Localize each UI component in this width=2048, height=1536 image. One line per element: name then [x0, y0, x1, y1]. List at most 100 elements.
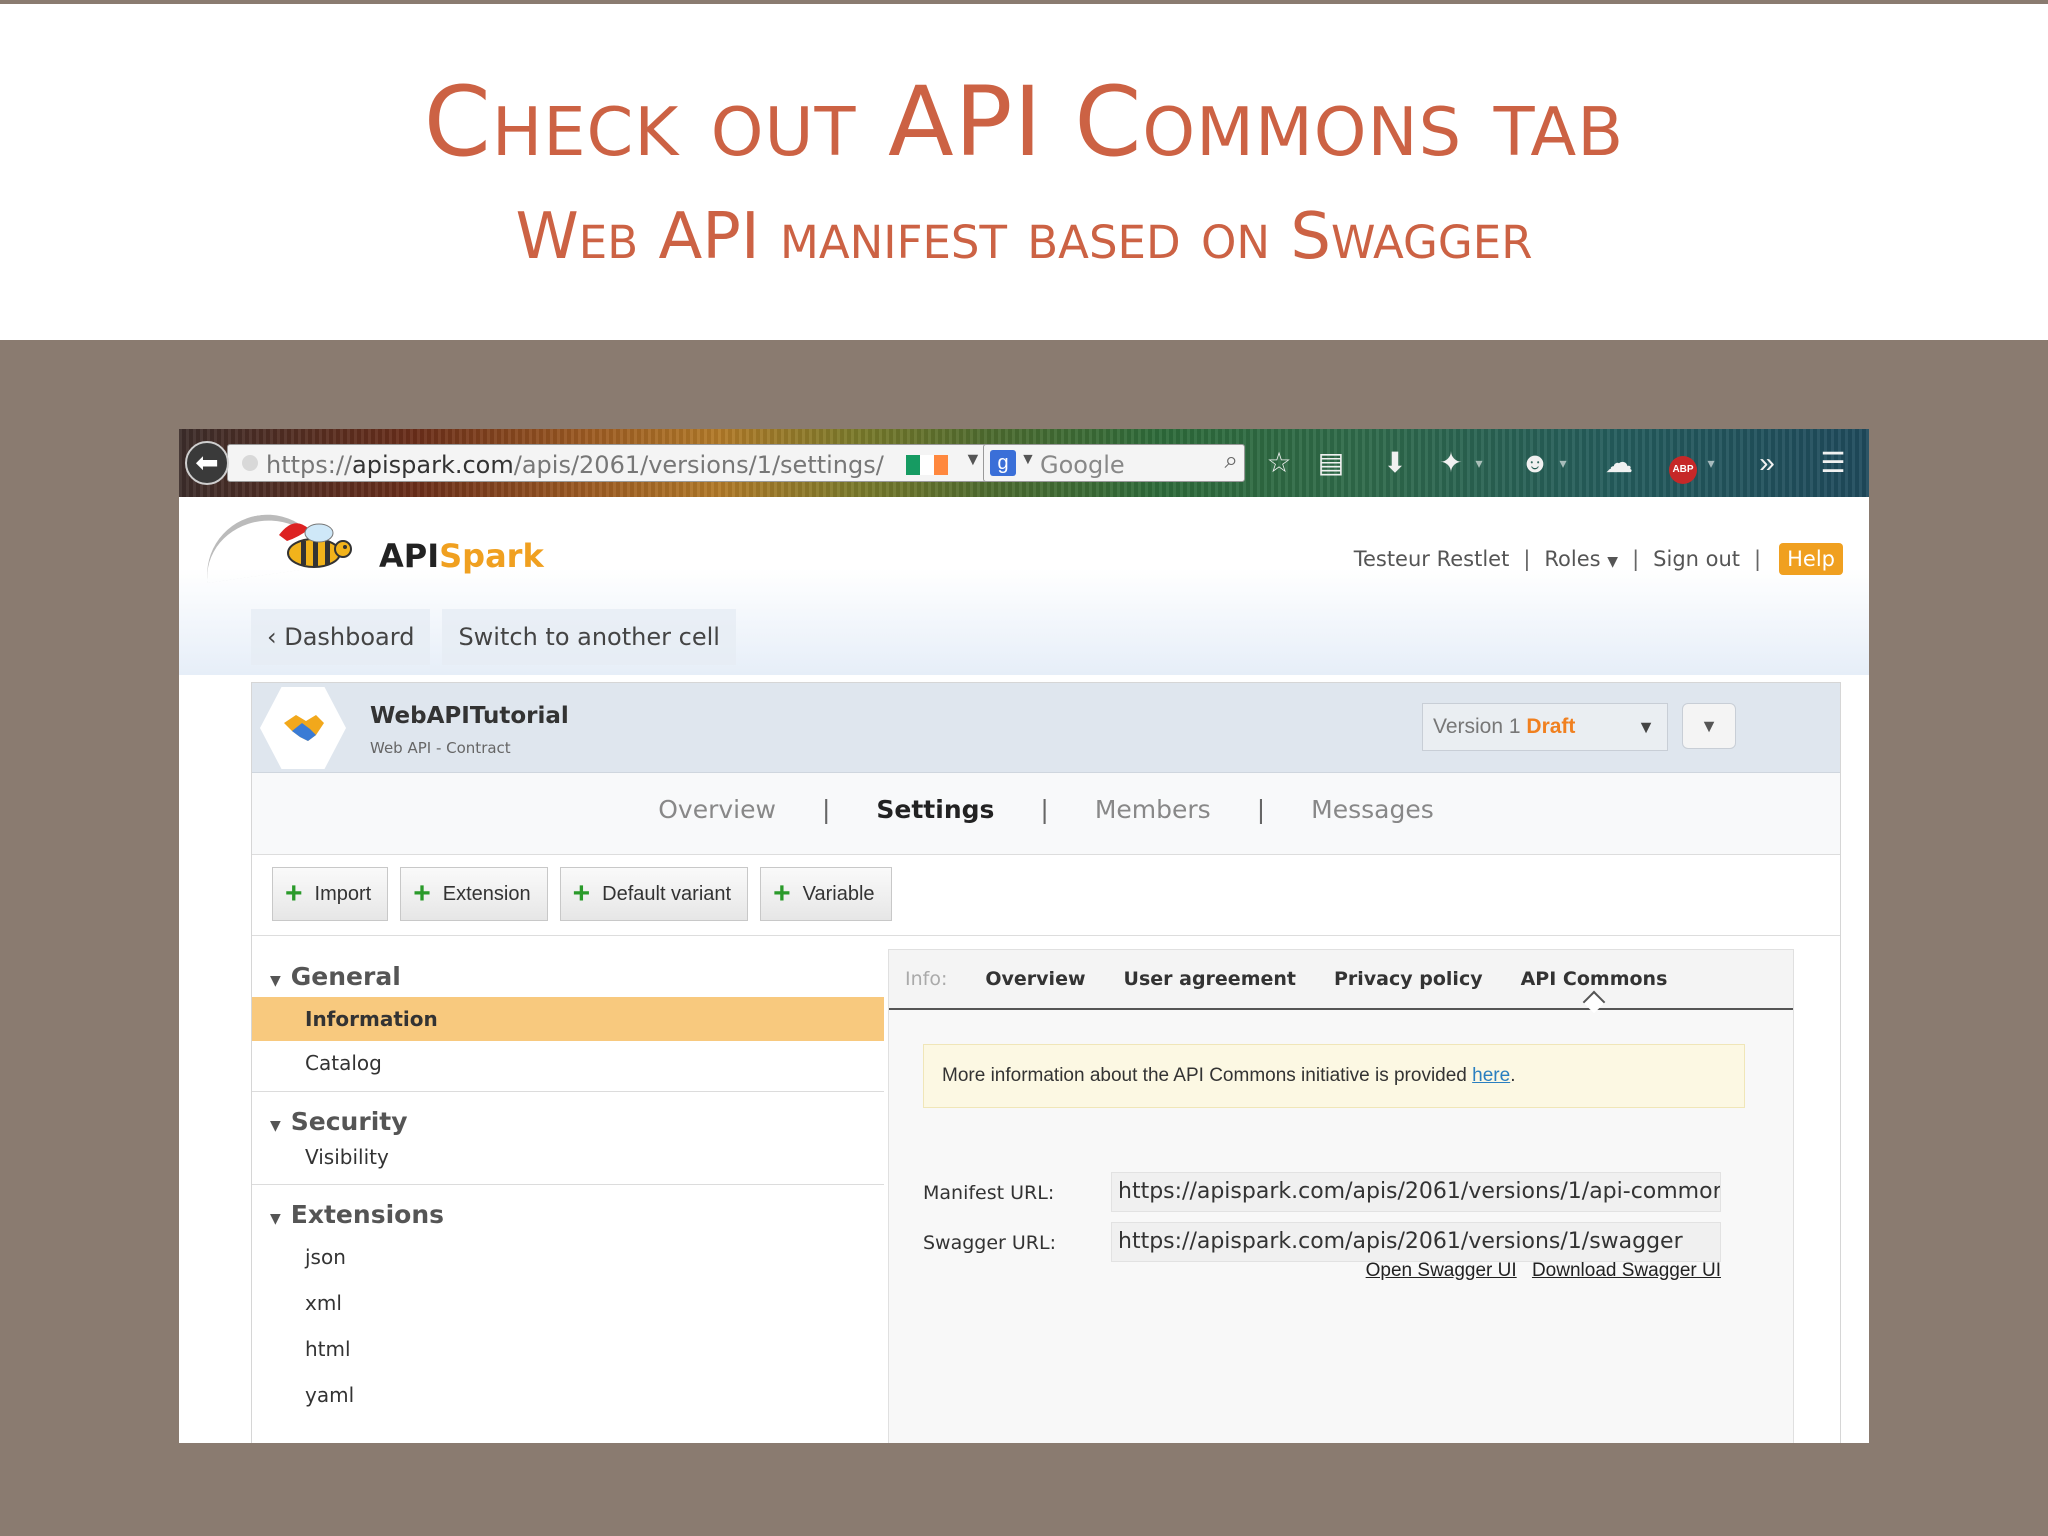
dashboard-link[interactable]: ‹ Dashboard [251, 609, 431, 665]
settings-toolbar: + Import + Extension + Default variant + Var… [272, 867, 904, 921]
chevron-down-icon: ▼ [1637, 717, 1655, 737]
settings-menu: ▼ General Information Catalog ▼ Security V… [252, 957, 884, 1419]
tab-privacy-policy[interactable]: Privacy policy [1334, 968, 1483, 990]
roles-dropdown[interactable]: Roles ▼ [1544, 547, 1618, 571]
tab-separator: | [1040, 795, 1049, 824]
nav-separator: | [1754, 547, 1762, 571]
plus-icon: + [572, 877, 591, 910]
tab-api-commons[interactable]: API Commons [1521, 968, 1668, 990]
site-identity-icon[interactable] [242, 455, 258, 471]
manifest-url-label: Manifest URL: [923, 1182, 1055, 1204]
app-header: APISpark Testeur Restlet | Roles ▼ | Sig… [179, 497, 1869, 675]
import-button[interactable]: + Import [272, 867, 389, 921]
chevron-down-icon: ▼ [1700, 716, 1718, 736]
menu-group-general[interactable]: ▼ General [252, 957, 884, 997]
back-arrow-icon[interactable]: ⬅ [185, 441, 229, 485]
star-icon[interactable]: ☆ [1259, 443, 1299, 483]
tab-user-agreement[interactable]: User agreement [1124, 968, 1296, 990]
api-commons-info-alert: More information about the API Commons i… [923, 1044, 1745, 1108]
api-avatar [260, 687, 346, 769]
add-extension-button[interactable]: + Extension [400, 867, 548, 921]
sign-out-link[interactable]: Sign out [1653, 547, 1740, 571]
greasemonkey-icon[interactable]: ☻ [1515, 443, 1555, 483]
api-type: Web API - Contract [370, 739, 511, 757]
api-name: WebAPITutorial [370, 703, 569, 729]
url-dropdown-icon[interactable]: ▼ [964, 449, 982, 470]
tab-overview[interactable]: Overview [648, 795, 786, 824]
greasemonkey-dropdown-icon[interactable]: ▾ [1555, 443, 1571, 483]
menu-item-visibility[interactable]: Visibility [252, 1142, 884, 1178]
divider [252, 935, 1840, 936]
nav-separator: | [1523, 547, 1531, 571]
caret-down-icon: ▼ [270, 1118, 281, 1134]
url-host: apispark.com [352, 451, 514, 479]
menu-group-extensions[interactable]: ▼ Extensions [252, 1195, 884, 1235]
manifest-url-field[interactable]: https://apispark.com/apis/2061/versions/… [1111, 1172, 1721, 1212]
search-engine-dropdown-icon[interactable]: ▼ [1020, 451, 1036, 469]
download-swagger-ui-link[interactable]: Download Swagger UI [1532, 1260, 1721, 1281]
info-panel: Info: Overview User agreement Privacy po… [888, 949, 1794, 1443]
switch-cell-link[interactable]: Switch to another cell [442, 609, 736, 665]
slide-title: Check out API Commons tab [423, 66, 1625, 178]
api-card: WebAPITutorial Web API - Contract Versio… [251, 682, 1841, 1443]
ghostery-icon[interactable]: ☁ [1599, 443, 1639, 483]
tab-messages[interactable]: Messages [1301, 795, 1444, 824]
menu-divider [252, 1184, 884, 1185]
apispark-logo-text[interactable]: APISpark [379, 537, 544, 575]
google-icon[interactable]: g [990, 450, 1016, 476]
menu-item-html[interactable]: html [252, 1327, 884, 1373]
tab-info-overview[interactable]: Overview [985, 968, 1085, 990]
swagger-url-field[interactable]: https://apispark.com/apis/2061/versions/… [1111, 1222, 1721, 1262]
addon-dropdown-icon[interactable]: ▾ [1471, 443, 1487, 483]
tab-members[interactable]: Members [1085, 795, 1221, 824]
version-status: Draft [1526, 715, 1576, 738]
menu-item-xml[interactable]: xml [252, 1281, 884, 1327]
tab-settings[interactable]: Settings [866, 795, 1004, 824]
menu-item-yaml[interactable]: yaml [252, 1373, 884, 1419]
plus-icon: + [285, 877, 303, 910]
chevron-down-icon: ▼ [1607, 554, 1619, 570]
version-select[interactable]: Version 1 Draft ▼ [1422, 703, 1668, 751]
plus-icon: + [773, 877, 791, 910]
caret-down-icon: ▼ [270, 1211, 281, 1227]
search-icon[interactable]: ⌕ [1225, 447, 1238, 475]
nav-separator: | [1632, 547, 1640, 571]
slide-subtitle: Web API manifest based on Swagger [515, 200, 1533, 274]
version-label: Version 1 [1433, 715, 1521, 738]
menu-item-catalog[interactable]: Catalog [252, 1041, 884, 1085]
adblock-dropdown-icon[interactable]: ▾ [1703, 443, 1719, 483]
search-input[interactable]: Google [1040, 451, 1125, 479]
actions-dropdown-button[interactable]: ▼ [1682, 703, 1736, 749]
search-bar[interactable]: g ▼ Google ⌕ [983, 444, 1245, 482]
menu-divider [252, 1091, 884, 1092]
open-swagger-ui-link[interactable]: Open Swagger UI [1366, 1260, 1517, 1281]
info-sub-tabs: Info: Overview User agreement Privacy po… [889, 950, 1793, 1010]
bee-logo-icon[interactable] [259, 515, 359, 575]
menu-icon[interactable]: ☰ [1813, 443, 1853, 483]
url-path: /apis/2061/versions/1/settings/ [513, 451, 884, 479]
swagger-url-label: Swagger URL: [923, 1232, 1056, 1254]
add-default-variant-button[interactable]: + Default variant [559, 867, 749, 921]
tab-separator: | [821, 795, 831, 824]
swagger-links: Open Swagger UI Download Swagger UI [1329, 1260, 1721, 1282]
menu-item-json[interactable]: json [252, 1235, 884, 1281]
caret-down-icon: ▼ [270, 973, 281, 989]
addon-icon[interactable]: ✦ [1431, 443, 1471, 483]
breadcrumb: ‹ Dashboard Switch to another cell [251, 609, 748, 665]
plus-icon: + [413, 877, 431, 910]
menu-group-security[interactable]: ▼ Security [252, 1102, 884, 1142]
browser-toolbar: ⬅ https://apispark.com/apis/2061/version… [179, 429, 1869, 497]
menu-item-information[interactable]: Information [252, 997, 884, 1041]
user-nav: Testeur Restlet | Roles ▼ | Sign out | H… [1354, 543, 1843, 575]
browser-screenshot: ⬅ https://apispark.com/apis/2061/version… [179, 429, 1869, 1443]
api-commons-here-link[interactable]: here [1472, 1065, 1510, 1086]
help-button[interactable]: Help [1779, 543, 1843, 575]
reading-list-icon[interactable]: ▤ [1311, 443, 1351, 483]
url-text[interactable]: https://apispark.com/apis/2061/versions/… [266, 451, 884, 479]
add-variable-button[interactable]: + Variable [760, 867, 892, 921]
download-icon[interactable]: ⬇ [1375, 443, 1415, 483]
user-name-link[interactable]: Testeur Restlet [1354, 547, 1510, 571]
handshake-icon [284, 715, 324, 741]
adblock-icon[interactable]: ABP [1663, 443, 1703, 484]
overflow-icon[interactable]: » [1747, 443, 1787, 483]
